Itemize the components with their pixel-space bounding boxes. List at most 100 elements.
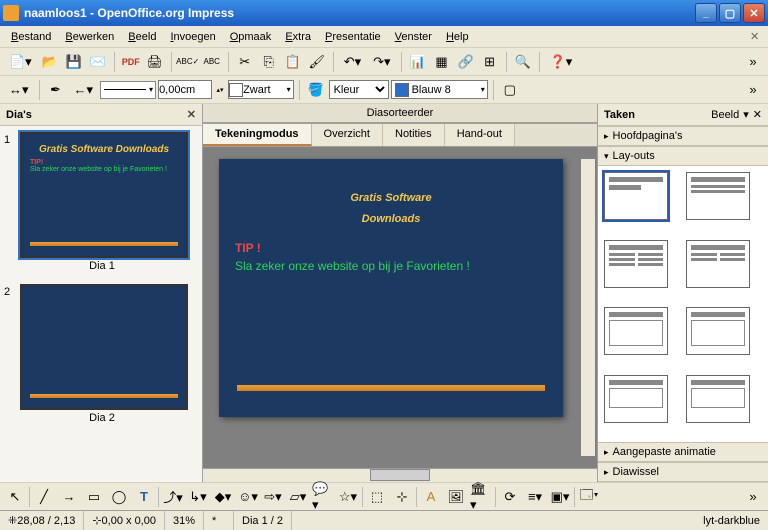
ellipse-tool[interactable]: ◯ — [108, 486, 130, 508]
menu-presentatie[interactable]: Presentatie — [318, 29, 388, 45]
menu-venster[interactable]: Venster — [388, 29, 439, 45]
export-pdf-button[interactable]: PDF — [120, 51, 142, 73]
arrow-style-button[interactable]: ↔▾ — [4, 79, 34, 101]
horizontal-scrollbar[interactable] — [203, 468, 597, 482]
section-layouts[interactable]: Lay-outs — [598, 146, 768, 166]
fill-color-select[interactable]: Blauw 8▾ — [391, 80, 488, 99]
close-button[interactable]: ✕ — [743, 3, 765, 23]
text-tool[interactable]: T — [133, 486, 155, 508]
vertical-scrollbar[interactable] — [581, 159, 595, 456]
fill-mode-select[interactable]: Kleur — [329, 80, 389, 99]
gluepoints-tool[interactable]: ⊹ — [391, 486, 413, 508]
save-button[interactable]: 💾 — [63, 51, 85, 73]
gallery-tool[interactable]: 🏛▾ — [470, 486, 492, 508]
line-style-select[interactable]: ▾ — [100, 81, 156, 99]
layout-item-8[interactable] — [686, 375, 750, 423]
arrow-ends-button[interactable]: ←▾ — [69, 79, 99, 101]
hyperlink-button[interactable]: 🔗 — [455, 51, 477, 73]
slide-canvas[interactable]: Gratis SoftwareDownloads TIP ! Sla zeker… — [219, 159, 563, 417]
line-width-input[interactable] — [158, 80, 212, 99]
from-file-tool[interactable]: 🖼 — [445, 486, 467, 508]
copy-button[interactable]: ⎘ — [258, 51, 280, 73]
status-zoom[interactable]: 31% — [165, 511, 204, 530]
menu-help[interactable]: Help — [439, 29, 476, 45]
auto-spellcheck-button[interactable]: ABC — [201, 51, 223, 73]
slide-thumb-2[interactable] — [20, 284, 188, 410]
menu-invoegen[interactable]: Invoegen — [163, 29, 222, 45]
menu-bewerken[interactable]: Bewerken — [58, 29, 121, 45]
stars-tool[interactable]: ☆▾ — [337, 486, 359, 508]
rotate-tool[interactable]: ⟳ — [499, 486, 521, 508]
toolbar-more-icon[interactable]: » — [742, 51, 764, 73]
layout-item-6[interactable] — [686, 307, 750, 355]
menu-opmaak[interactable]: Opmaak — [223, 29, 279, 45]
minimize-button[interactable]: _ — [695, 3, 717, 23]
cut-button[interactable]: ✂ — [234, 51, 256, 73]
format-paintbrush-button[interactable]: 🖌 — [306, 51, 328, 73]
document-close-icon[interactable]: ✕ — [750, 30, 764, 44]
points-tool[interactable]: ⬚ — [366, 486, 388, 508]
layout-item-2[interactable] — [686, 172, 750, 220]
menu-bestand[interactable]: Bestand — [4, 29, 58, 45]
tasks-close-icon[interactable]: ✕ — [753, 108, 762, 121]
table-button[interactable]: ▦ — [431, 51, 453, 73]
print-button[interactable]: 🖨 — [144, 51, 166, 73]
arrange-tool[interactable]: ▣▾ — [549, 486, 571, 508]
open-button[interactable]: 📂 — [39, 51, 61, 73]
menu-extra[interactable]: Extra — [278, 29, 318, 45]
tab-outline[interactable]: Overzicht — [312, 124, 383, 146]
zoom-button[interactable]: 🔍 — [512, 51, 534, 73]
navigator-button[interactable]: ⊞ — [479, 51, 501, 73]
select-tool[interactable]: ↖ — [4, 486, 26, 508]
layout-item-4[interactable] — [686, 240, 750, 288]
paste-button[interactable]: 📋 — [282, 51, 304, 73]
layout-item-7[interactable] — [604, 375, 668, 423]
line-style-icon[interactable]: ✒ — [45, 79, 67, 101]
block-arrows-tool[interactable]: ⇨▾ — [262, 486, 284, 508]
flowchart-tool[interactable]: ▱▾ — [287, 486, 309, 508]
line-tool[interactable]: ╱ — [33, 486, 55, 508]
slides-list: 1 Gratis Software Downloads TIP! Sla zek… — [0, 126, 202, 482]
line-color-select[interactable]: Zwart▾ — [228, 80, 294, 99]
fontwork-tool[interactable]: A — [420, 486, 442, 508]
tab-drawing[interactable]: Tekeningmodus — [203, 124, 312, 146]
symbol-shapes-tool[interactable]: ☺▾ — [237, 486, 259, 508]
section-slide-transition[interactable]: Diawissel — [598, 462, 768, 482]
tasks-view-dropdown-icon[interactable]: ▾ — [743, 108, 749, 121]
spellcheck-button[interactable]: ABC✓ — [177, 51, 199, 73]
align-tool[interactable]: ≡▾ — [524, 486, 546, 508]
tab-handout[interactable]: Hand-out — [445, 124, 515, 146]
maximize-button[interactable]: ▢ — [719, 3, 741, 23]
rect-tool[interactable]: ▭ — [83, 486, 105, 508]
section-custom-animation[interactable]: Aangepaste animatie — [598, 442, 768, 462]
menu-beeld[interactable]: Beeld — [121, 29, 163, 45]
new-button[interactable]: 📄▾ — [4, 51, 37, 73]
fill-bucket-icon[interactable]: 🪣 — [305, 79, 327, 101]
drawing-toolbar-more-icon[interactable]: » — [742, 486, 764, 508]
connector-tool[interactable]: ↳▾ — [187, 486, 209, 508]
slide-thumb-1[interactable]: Gratis Software Downloads TIP! Sla zeker… — [20, 132, 188, 258]
layout-item-5[interactable] — [604, 307, 668, 355]
curve-tool[interactable]: ⤴▾ — [162, 486, 184, 508]
redo-button[interactable]: ↷▾ — [368, 51, 395, 73]
line-width-spinner[interactable]: ▴▾ — [214, 79, 226, 101]
undo-button[interactable]: ↶▾ — [339, 51, 366, 73]
email-button[interactable]: ✉️ — [87, 51, 109, 73]
help-button[interactable]: ❓▾ — [545, 51, 578, 73]
basic-shapes-tool[interactable]: ◆▾ — [212, 486, 234, 508]
callout-tool[interactable]: 💬▾ — [312, 486, 334, 508]
view-tabs-upper: Diasorteerder — [203, 104, 597, 124]
tab-sorter[interactable]: Diasorteerder — [203, 104, 597, 123]
arrow-tool[interactable]: → — [58, 486, 80, 508]
layout-item-1[interactable] — [604, 172, 668, 220]
edit-area[interactable]: Gratis SoftwareDownloads TIP ! Sla zeker… — [203, 147, 597, 468]
shadow-button[interactable]: ▢ — [499, 79, 521, 101]
layout-item-3[interactable] — [604, 240, 668, 288]
tasks-view-menu[interactable]: Beeld — [711, 109, 739, 121]
section-masterpages[interactable]: Hoofdpagina's — [598, 126, 768, 146]
chart-button[interactable]: 📊 — [407, 51, 429, 73]
slides-panel-close-icon[interactable]: ✕ — [187, 108, 196, 121]
toolbar2-more-icon[interactable]: » — [742, 79, 764, 101]
slide-design-tool[interactable]: 🗔▾ — [578, 486, 600, 508]
tab-notes[interactable]: Notities — [383, 124, 445, 146]
